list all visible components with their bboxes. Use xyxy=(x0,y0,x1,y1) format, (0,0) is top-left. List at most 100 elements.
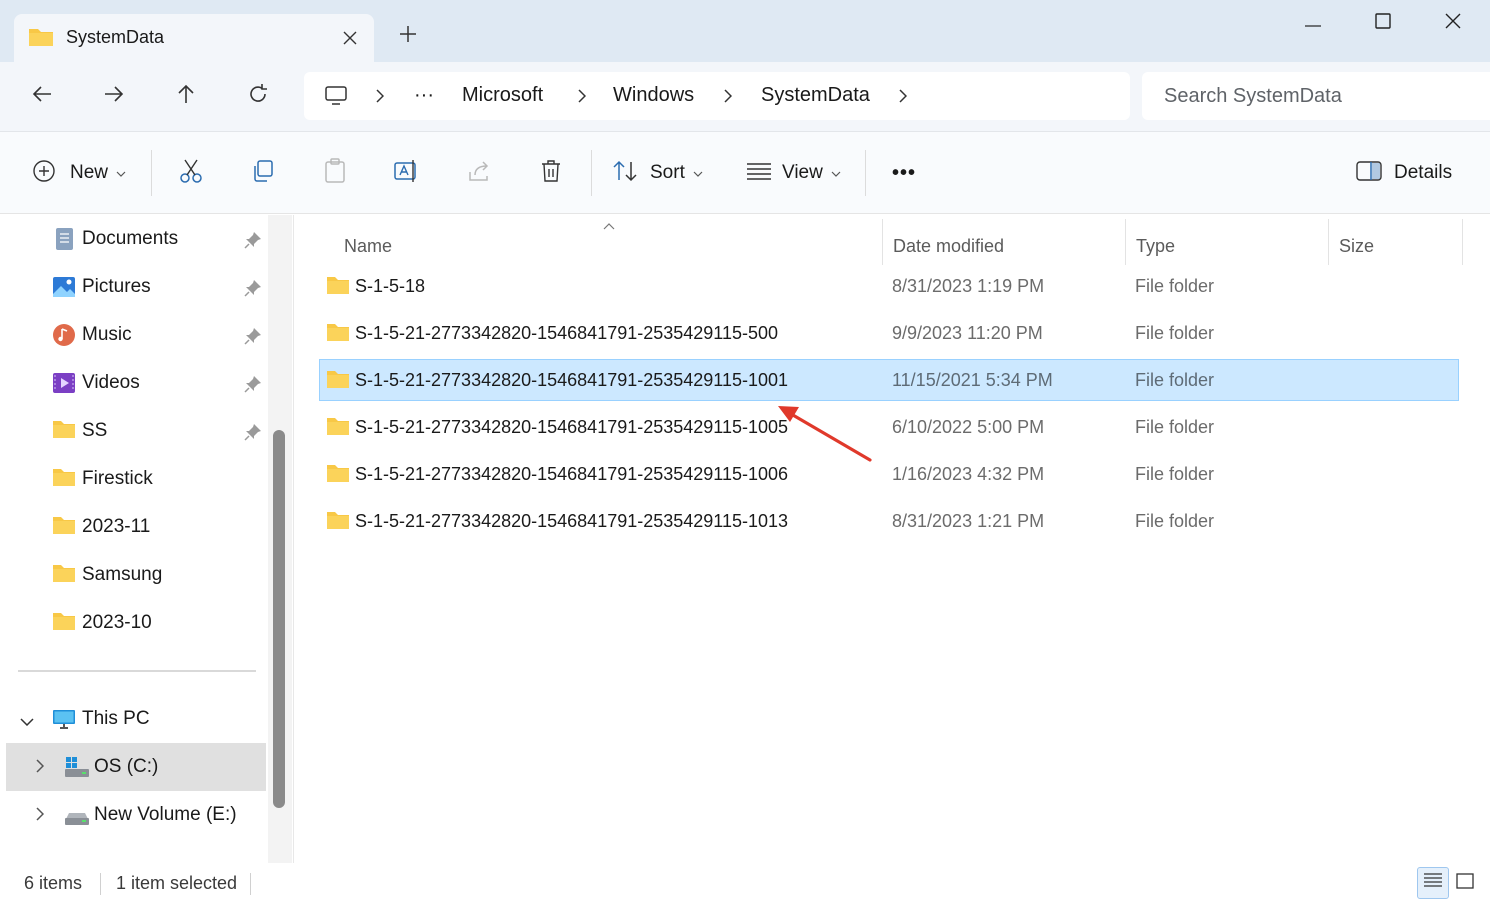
sidebar-item-label: Pictures xyxy=(82,276,151,297)
sidebar-item-label: 2023-11 xyxy=(82,516,151,537)
new-button[interactable]: New xyxy=(32,152,132,194)
delete-button[interactable] xyxy=(530,152,572,194)
chevron-right-icon[interactable] xyxy=(372,86,388,106)
tab-close-icon[interactable] xyxy=(336,24,364,52)
details-pane-button[interactable]: Details xyxy=(1356,152,1466,194)
rename-button[interactable] xyxy=(386,152,428,194)
chevron-right-icon[interactable] xyxy=(36,807,45,826)
sidebar-item-label: OS (C:) xyxy=(94,756,159,777)
details-label: Details xyxy=(1394,162,1453,183)
copy-button[interactable] xyxy=(242,152,284,194)
sidebar-item-os-c[interactable]: OS (C:) xyxy=(6,743,266,791)
back-button[interactable] xyxy=(20,76,64,116)
search-box[interactable] xyxy=(1142,72,1490,120)
column-divider[interactable] xyxy=(1125,219,1126,265)
sidebar-divider xyxy=(18,670,256,672)
sidebar-item-samsung[interactable]: Samsung xyxy=(0,551,266,599)
computer-icon[interactable] xyxy=(324,84,348,113)
address-row: ··· Microsoft Windows SystemData xyxy=(0,62,1490,132)
sort-button[interactable]: Sort xyxy=(612,152,710,194)
close-button[interactable] xyxy=(1418,0,1488,46)
sidebar-item-pictures[interactable]: Pictures xyxy=(0,263,266,311)
cut-button[interactable] xyxy=(170,152,212,194)
sidebar-item-videos[interactable]: Videos xyxy=(0,359,266,407)
file-type: File folder xyxy=(1135,417,1215,437)
more-icon: ••• xyxy=(891,161,916,184)
file-name: S-1-5-21-2773342820-1546841791-253542911… xyxy=(355,323,779,343)
up-button[interactable] xyxy=(164,76,208,116)
sidebar-item-label: New Volume (E:) xyxy=(94,804,237,825)
table-row[interactable]: S-1-5-21-2773342820-1546841791-253542911… xyxy=(320,502,1459,542)
view-button[interactable]: View xyxy=(746,152,846,194)
tiles-view-button[interactable] xyxy=(1449,867,1481,899)
pin-icon[interactable] xyxy=(244,279,262,302)
chevron-right-icon[interactable] xyxy=(895,86,911,106)
arrow-up-icon xyxy=(177,84,195,109)
maximize-button[interactable] xyxy=(1348,0,1418,46)
file-date: 1/16/2023 4:32 PM xyxy=(892,464,1045,484)
sidebar-item-label: Videos xyxy=(82,372,140,393)
sidebar-item-documents[interactable]: Documents xyxy=(0,215,266,263)
details-view-button[interactable] xyxy=(1417,867,1449,899)
file-date: 11/15/2021 5:34 PM xyxy=(892,370,1053,390)
breadcrumb-windows[interactable]: Windows xyxy=(613,84,694,107)
file-type: File folder xyxy=(1135,511,1215,531)
command-bar: New Sort View ••• Details xyxy=(0,132,1490,214)
search-input[interactable] xyxy=(1142,72,1490,120)
system-drive-icon xyxy=(64,755,89,779)
chevron-right-icon[interactable] xyxy=(36,759,45,778)
folder-icon xyxy=(326,463,350,488)
paste-button[interactable] xyxy=(314,152,356,194)
sidebar-item-music[interactable]: Music xyxy=(0,311,266,359)
sidebar-item-ss[interactable]: SS xyxy=(0,407,266,455)
table-row[interactable]: S-1-5-21-2773342820-1546841791-253542911… xyxy=(320,408,1459,448)
details-view-icon xyxy=(1423,872,1443,895)
breadcrumb-ellipsis[interactable]: ··· xyxy=(414,84,434,107)
documents-icon xyxy=(52,227,76,251)
forward-button[interactable] xyxy=(92,76,136,116)
column-divider[interactable] xyxy=(1462,219,1463,265)
breadcrumb-systemdata[interactable]: SystemData xyxy=(761,84,870,107)
sidebar-item-label: Documents xyxy=(82,228,179,249)
minimize-icon xyxy=(1305,14,1321,32)
status-divider xyxy=(100,873,101,895)
refresh-button[interactable] xyxy=(236,76,280,116)
column-divider[interactable] xyxy=(882,219,883,265)
view-label: View xyxy=(782,162,823,183)
column-header-date-modified[interactable]: Date modified xyxy=(893,225,1113,267)
file-name: S-1-5-21-2773342820-1546841791-253542911… xyxy=(355,417,789,437)
copy-icon xyxy=(251,159,275,188)
sidebar-item-firestick[interactable]: Firestick xyxy=(0,455,266,503)
breadcrumb-microsoft[interactable]: Microsoft xyxy=(462,84,543,107)
chevron-right-icon[interactable] xyxy=(720,86,736,106)
sidebar-item-2023-11[interactable]: 2023-11 xyxy=(0,503,266,551)
table-row[interactable]: S-1-5-21-2773342820-1546841791-253542911… xyxy=(320,314,1459,354)
share-button[interactable] xyxy=(458,152,500,194)
sidebar-item-new-volume-e[interactable]: New Volume (E:) xyxy=(6,791,266,839)
rename-icon xyxy=(394,159,420,188)
pin-icon[interactable] xyxy=(244,375,262,398)
column-header-size[interactable]: Size xyxy=(1339,225,1459,267)
sidebar-item-this-pc[interactable]: This PC xyxy=(0,695,266,743)
table-row[interactable]: S-1-5-18 8/31/2023 1:19 PM File folder xyxy=(320,267,1459,307)
pin-icon[interactable] xyxy=(244,231,262,254)
table-row[interactable]: S-1-5-21-2773342820-1546841791-253542911… xyxy=(320,455,1459,495)
file-list: Name Date modified Type Size S-1-5-18 8/… xyxy=(293,215,1490,863)
chevron-right-icon[interactable] xyxy=(574,86,590,106)
file-type: File folder xyxy=(1135,323,1215,343)
column-header-type[interactable]: Type xyxy=(1136,225,1316,267)
chevron-down-icon[interactable] xyxy=(20,713,34,731)
more-options-button[interactable]: ••• xyxy=(884,152,924,194)
minimize-button[interactable] xyxy=(1278,0,1348,46)
address-bar[interactable]: ··· Microsoft Windows SystemData xyxy=(304,72,1130,120)
table-row-selected[interactable]: S-1-5-21-2773342820-1546841791-253542911… xyxy=(319,359,1459,401)
tab-systemdata[interactable]: SystemData xyxy=(14,14,374,62)
column-header-name[interactable]: Name xyxy=(344,225,864,267)
pin-icon[interactable] xyxy=(244,423,262,446)
file-date: 8/31/2023 1:21 PM xyxy=(892,511,1045,531)
sidebar-item-2023-10[interactable]: 2023-10 xyxy=(0,599,266,647)
new-tab-button[interactable] xyxy=(388,18,428,54)
sidebar-scroll-thumb[interactable] xyxy=(273,430,285,808)
pin-icon[interactable] xyxy=(244,327,262,350)
column-divider[interactable] xyxy=(1328,219,1329,265)
